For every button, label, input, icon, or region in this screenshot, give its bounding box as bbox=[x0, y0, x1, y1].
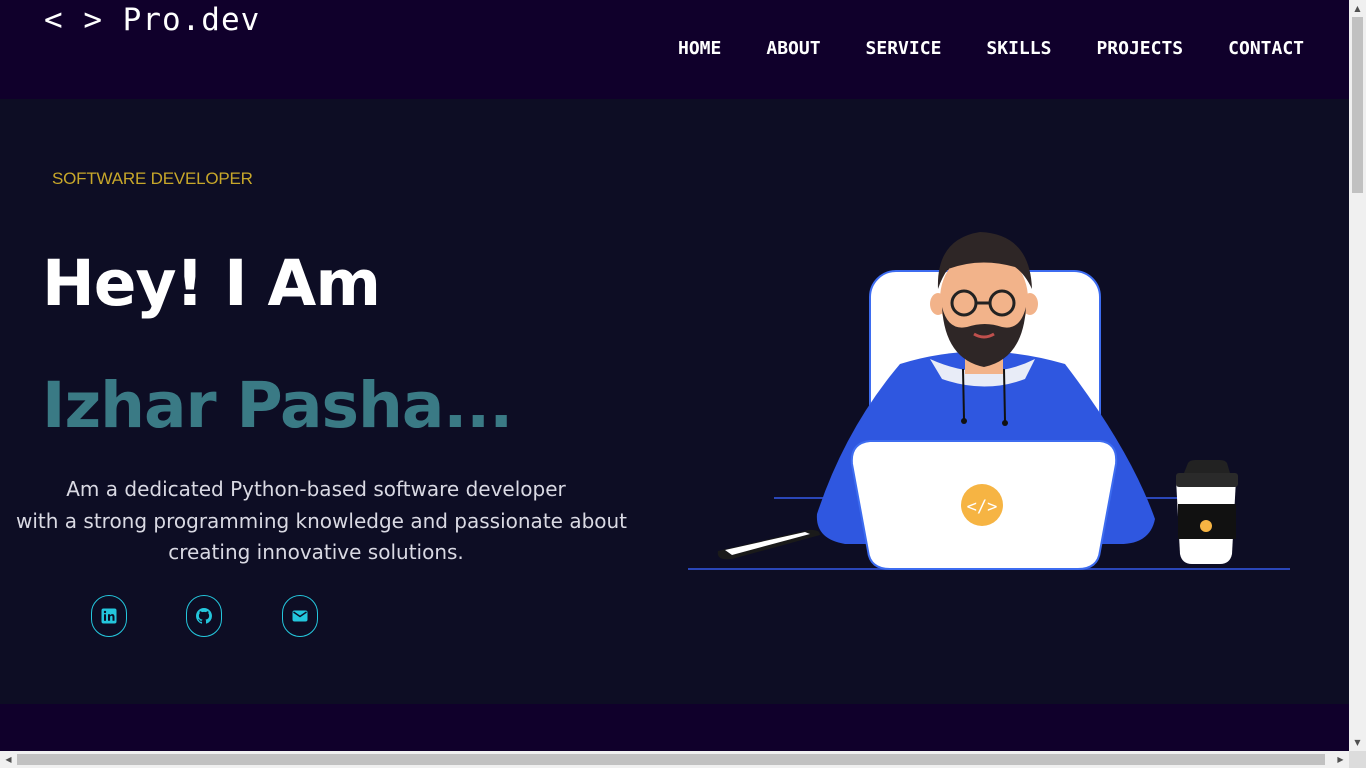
horizontal-scroll-thumb[interactable] bbox=[17, 754, 1325, 765]
next-section bbox=[0, 704, 1349, 751]
hero-bio-line: Am a dedicated Python-based software dev… bbox=[66, 477, 566, 501]
nav-about-link[interactable]: ABOUT bbox=[766, 38, 820, 59]
hero-bio: Am a dedicated Python-based software dev… bbox=[16, 474, 628, 569]
nav-contact-link[interactable]: CONTACT bbox=[1228, 38, 1304, 59]
linkedin-icon bbox=[101, 608, 117, 624]
nav-home-link[interactable]: HOME bbox=[678, 38, 721, 59]
email-icon bbox=[292, 610, 308, 622]
navbar: < > Pro.dev HOME ABOUT SERVICE SKILLS PR… bbox=[0, 0, 1349, 99]
hero-section: SOFTWARE DEVELOPER Hey! I Am Izhar Pasha… bbox=[0, 99, 1349, 704]
scroll-left-icon[interactable]: ◀ bbox=[0, 751, 17, 768]
scroll-down-icon[interactable]: ▼ bbox=[1349, 734, 1366, 751]
github-icon bbox=[196, 608, 212, 624]
scroll-right-icon[interactable]: ▶ bbox=[1332, 751, 1349, 768]
hero-greeting: Hey! I Am bbox=[42, 247, 381, 320]
hero-tagline: SOFTWARE DEVELOPER bbox=[52, 169, 253, 188]
vertical-scroll-thumb[interactable] bbox=[1352, 17, 1363, 193]
page-viewport: < > Pro.dev HOME ABOUT SERVICE SKILLS PR… bbox=[0, 0, 1349, 751]
nav-service-link[interactable]: SERVICE bbox=[866, 38, 942, 59]
logo[interactable]: < > Pro.dev bbox=[44, 2, 260, 38]
hero-bio-line: creating innovative solutions. bbox=[168, 540, 464, 564]
nav-projects-link[interactable]: PROJECTS bbox=[1096, 38, 1183, 59]
svg-text:</>: </> bbox=[967, 497, 998, 517]
email-button[interactable] bbox=[282, 595, 318, 637]
nav-links: HOME ABOUT SERVICE SKILLS PROJECTS CONTA… bbox=[633, 38, 1304, 59]
horizontal-scrollbar[interactable]: ◀ ▶ bbox=[0, 751, 1349, 768]
developer-illustration: </> bbox=[688, 232, 1290, 570]
hero-name: Izhar Pasha... bbox=[42, 369, 513, 442]
nav-skills-link[interactable]: SKILLS bbox=[986, 38, 1051, 59]
linkedin-button[interactable] bbox=[91, 595, 127, 637]
scroll-up-icon[interactable]: ▲ bbox=[1349, 0, 1366, 17]
github-button[interactable] bbox=[186, 595, 222, 637]
hero-bio-line: with a strong programming knowledge and … bbox=[16, 508, 628, 533]
vertical-scrollbar[interactable]: ▲ ▼ bbox=[1349, 0, 1366, 751]
scrollbar-corner bbox=[1349, 751, 1366, 768]
